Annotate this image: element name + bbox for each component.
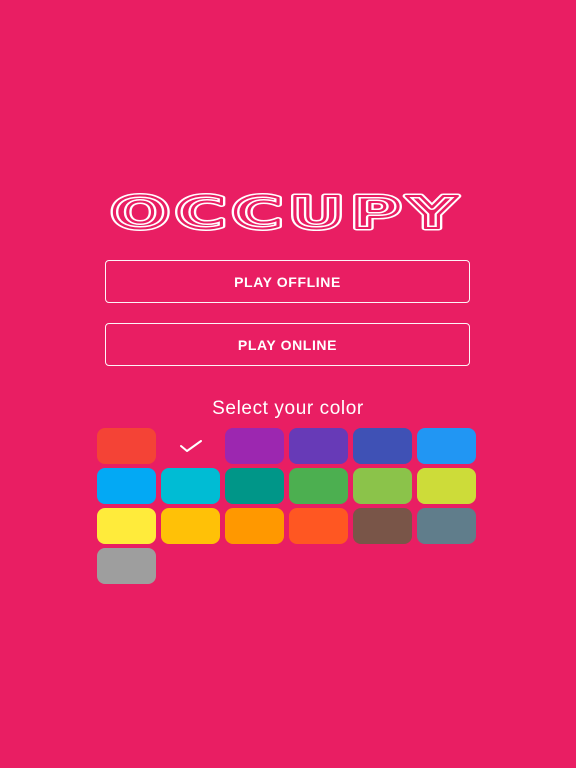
- color-swatch-blue[interactable]: [417, 428, 476, 464]
- check-icon: [179, 440, 202, 452]
- color-swatch-yellow[interactable]: [97, 508, 156, 544]
- color-swatch-grey[interactable]: [97, 548, 156, 584]
- color-swatch-orange[interactable]: [225, 508, 284, 544]
- color-swatch-brown[interactable]: [353, 508, 412, 544]
- color-swatch-green[interactable]: [289, 468, 348, 504]
- color-swatch-light-blue[interactable]: [97, 468, 156, 504]
- app-screen: OCCUPY OCCUPY PLAY OFFLINE PLAY ONLINE S…: [0, 0, 576, 768]
- color-swatch-amber[interactable]: [161, 508, 220, 544]
- color-swatch-lime[interactable]: [417, 468, 476, 504]
- color-palette: [97, 428, 482, 584]
- color-swatch-cyan[interactable]: [161, 468, 220, 504]
- select-color-label: Select your color: [212, 398, 364, 419]
- color-swatch-teal[interactable]: [225, 468, 284, 504]
- color-swatch-deep-orange[interactable]: [289, 508, 348, 544]
- play-online-label: PLAY ONLINE: [237, 336, 338, 353]
- color-swatch-red[interactable]: [97, 428, 156, 464]
- color-swatch-purple[interactable]: [225, 428, 284, 464]
- color-swatch-deep-purple[interactable]: [289, 428, 348, 464]
- play-offline-label: PLAY OFFLINE: [234, 273, 341, 290]
- color-swatch-light-green[interactable]: [353, 468, 412, 504]
- play-offline-button[interactable]: PLAY OFFLINE: [105, 260, 470, 303]
- color-swatch-blue-grey[interactable]: [417, 508, 476, 544]
- color-swatch-pink[interactable]: [161, 428, 220, 464]
- logo-wordmark: OCCUPY OCCUPY: [109, 192, 463, 232]
- play-online-button[interactable]: PLAY ONLINE: [105, 323, 470, 366]
- app-logo: OCCUPY OCCUPY: [108, 192, 466, 232]
- logo-text-inner: OCCUPY: [111, 192, 463, 232]
- color-swatch-indigo[interactable]: [353, 428, 412, 464]
